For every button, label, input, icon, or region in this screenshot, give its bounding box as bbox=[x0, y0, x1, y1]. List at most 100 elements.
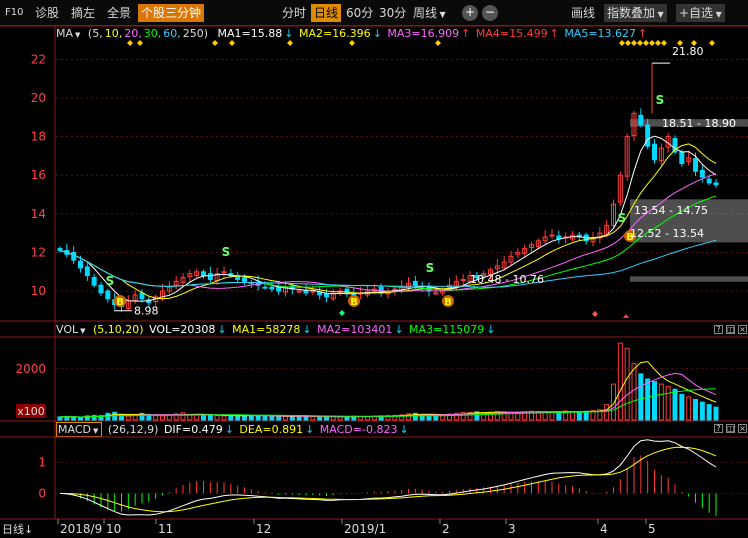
date-tick-label: 10 bbox=[106, 522, 121, 536]
volume-bar bbox=[604, 404, 610, 421]
signal-diamond-icon bbox=[287, 40, 293, 46]
period-label: 日线 bbox=[2, 523, 24, 536]
candle-body bbox=[310, 290, 316, 293]
price-tick-label: 10 bbox=[31, 284, 46, 298]
volume-bar bbox=[283, 415, 288, 421]
signal-diamond-icon bbox=[631, 40, 637, 46]
candle-body bbox=[706, 178, 712, 184]
candle-body bbox=[207, 273, 213, 280]
date-tick-label: 11 bbox=[158, 522, 173, 536]
sell-signal-icon: S bbox=[656, 93, 665, 107]
price-tick-label: 12 bbox=[31, 245, 46, 259]
volume-bar bbox=[207, 414, 213, 421]
signal-diamond-icon bbox=[339, 310, 345, 316]
volume-bar bbox=[194, 414, 200, 421]
volume-bar bbox=[699, 401, 705, 421]
signal-diamond-icon bbox=[229, 40, 235, 46]
candle-body bbox=[713, 182, 719, 186]
volume-bar bbox=[713, 406, 719, 421]
date-tick-label: 2019/1 bbox=[344, 522, 386, 536]
volume-bar bbox=[180, 412, 186, 421]
candle-body bbox=[201, 271, 206, 277]
period-indicator[interactable]: 日线↓ bbox=[2, 521, 33, 537]
unit-label: x100 bbox=[17, 405, 45, 418]
volume-bar bbox=[693, 399, 698, 421]
candle-body bbox=[78, 260, 83, 269]
volume-bar bbox=[617, 342, 623, 421]
signal-diamond-icon bbox=[137, 40, 143, 46]
signal-diamond-icon bbox=[127, 40, 133, 46]
volume-bar bbox=[583, 410, 589, 421]
price-tick-label: 14 bbox=[31, 207, 46, 221]
volume-bar bbox=[105, 412, 111, 421]
candle-body bbox=[699, 169, 705, 178]
signal-diamond-icon bbox=[625, 40, 631, 46]
candle-body bbox=[262, 286, 268, 289]
volume-bar bbox=[317, 416, 323, 421]
macd-line bbox=[59, 439, 717, 516]
macd-chart: 10 bbox=[38, 439, 748, 516]
signal-diamond-icon bbox=[435, 40, 441, 46]
volume-bar bbox=[645, 378, 651, 421]
sell-signal-icon: S bbox=[426, 261, 435, 275]
volume-bar bbox=[686, 396, 692, 421]
date-tick-label: 5 bbox=[648, 522, 656, 536]
candle-body bbox=[71, 251, 77, 261]
volume-bar bbox=[337, 416, 343, 421]
volume-bar bbox=[652, 381, 657, 421]
ma-line bbox=[59, 239, 717, 288]
candle-body bbox=[84, 266, 90, 277]
volume-bar bbox=[679, 393, 685, 421]
volume-bar bbox=[303, 415, 309, 421]
signal-diamond-icon bbox=[637, 40, 643, 46]
price-tick-label: 22 bbox=[31, 52, 46, 66]
candle-body bbox=[105, 290, 111, 300]
candle-body bbox=[693, 158, 698, 172]
candle-body bbox=[460, 278, 466, 281]
volume-bar bbox=[549, 411, 555, 421]
date-tick-label: 4 bbox=[600, 522, 608, 536]
candle-body bbox=[433, 292, 439, 295]
volume-bar bbox=[276, 416, 282, 421]
candle-body bbox=[91, 277, 97, 286]
date-axis: 2018/9 10 11 12 2019/1 2 3 4 5 bbox=[57, 519, 656, 536]
volume-bar bbox=[638, 373, 644, 421]
signal-diamond-icon bbox=[649, 40, 655, 46]
candle-body bbox=[296, 290, 302, 293]
signal-arrow-icon bbox=[623, 314, 629, 318]
volume-bar bbox=[221, 415, 227, 421]
signal-diamond-icon bbox=[592, 311, 598, 317]
volume-bar bbox=[160, 415, 165, 421]
buy-signal-label: B bbox=[116, 297, 124, 308]
date-tick-label: 3 bbox=[508, 522, 516, 536]
volume-bar bbox=[78, 416, 83, 421]
macd-tick-label: 0 bbox=[38, 486, 46, 500]
macd-tick-label: 1 bbox=[38, 456, 46, 470]
price-tick-label: 16 bbox=[31, 168, 46, 182]
volume-bar bbox=[235, 415, 241, 421]
buy-signal-label: B bbox=[444, 297, 452, 308]
sell-signal-icon: S bbox=[106, 274, 115, 288]
candle-body bbox=[98, 284, 104, 294]
date-tick-label: 2018/9 bbox=[60, 522, 102, 536]
stock-chart[interactable]: 10121416182022 SSSSSB B BB 2000x100 10 201… bbox=[0, 0, 748, 538]
price-tick-label: 20 bbox=[31, 91, 46, 105]
signal-diamond-icon bbox=[655, 40, 661, 46]
volume-bar bbox=[706, 404, 712, 421]
signal-diamond-icon bbox=[661, 40, 667, 46]
candle-body bbox=[242, 277, 247, 282]
volume-bar bbox=[576, 411, 582, 421]
volume-tick-label: 2000 bbox=[15, 362, 46, 376]
candle-body bbox=[324, 293, 329, 298]
volume-bar bbox=[672, 388, 678, 421]
zone-label: 18.51 - 18.90 bbox=[662, 117, 736, 130]
volume-bar bbox=[365, 416, 370, 421]
volume-bar bbox=[125, 415, 131, 421]
volume-bar bbox=[71, 416, 77, 421]
volume-bar bbox=[255, 415, 261, 421]
date-tick-label: 12 bbox=[256, 522, 271, 536]
high-price-label: 21.80 bbox=[672, 45, 704, 58]
candle-body bbox=[269, 286, 275, 290]
signal-diamond-icon bbox=[349, 40, 355, 46]
buy-signal-label: B bbox=[350, 297, 358, 308]
